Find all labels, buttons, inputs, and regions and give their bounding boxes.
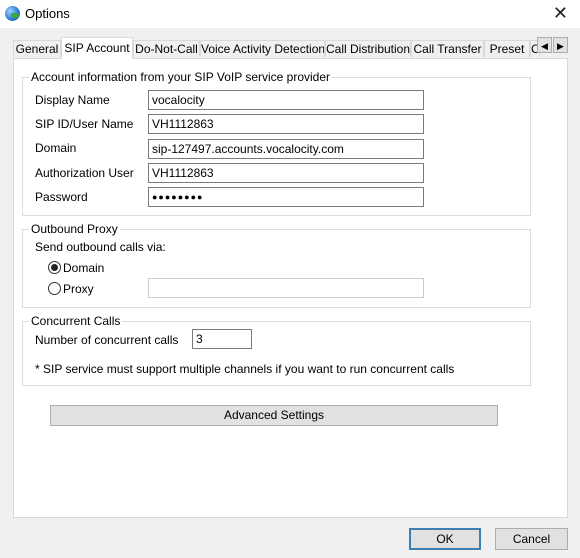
password-field[interactable]: ●●●●●●●●: [148, 187, 424, 207]
domain-field[interactable]: [148, 139, 424, 159]
tab-call-distribution[interactable]: Call Distribution: [325, 40, 411, 57]
tab-general[interactable]: General: [13, 40, 61, 57]
domain-radio-label[interactable]: Domain: [63, 261, 104, 275]
tab-preset[interactable]: Preset: [484, 40, 530, 57]
auth-user-field[interactable]: [148, 163, 424, 183]
concurrent-count-field[interactable]: [192, 329, 252, 349]
display-name-field[interactable]: [148, 90, 424, 110]
proxy-radio[interactable]: [48, 282, 61, 295]
outbound-proxy-legend: Outbound Proxy: [31, 222, 118, 236]
tab-call-transfer[interactable]: Call Transfer: [411, 40, 484, 57]
sip-id-field[interactable]: [148, 114, 424, 134]
app-globe-icon: [5, 6, 20, 21]
tab-voice-activity-detection[interactable]: Voice Activity Detection: [200, 40, 325, 57]
concurrent-calls-legend: Concurrent Calls: [31, 314, 121, 328]
tab-strip: General SIP Account Do-Not-Call Voice Ac…: [13, 37, 579, 59]
proxy-radio-label[interactable]: Proxy: [63, 282, 94, 296]
scroll-right-icon[interactable]: ▶: [553, 37, 568, 53]
tab-sip-account[interactable]: SIP Account: [61, 37, 133, 59]
window-title: Options: [25, 6, 70, 21]
concurrent-note: * SIP service must support multiple chan…: [35, 362, 455, 376]
close-icon[interactable]: ✕: [553, 3, 568, 23]
ok-button[interactable]: OK: [409, 528, 481, 550]
scroll-left-icon[interactable]: ◀: [537, 37, 552, 53]
domain-label: Domain: [35, 141, 77, 155]
concurrent-count-label: Number of concurrent calls: [35, 333, 179, 347]
send-via-label: Send outbound calls via:: [35, 240, 166, 254]
title-bar: Options ✕: [0, 0, 580, 28]
auth-user-label: Authorization User: [35, 166, 134, 180]
display-name-label: Display Name: [35, 93, 110, 107]
proxy-field[interactable]: [148, 278, 424, 298]
account-info-legend: Account information from your SIP VoIP s…: [31, 70, 331, 84]
domain-radio[interactable]: [48, 261, 61, 274]
tab-scroll-buttons: ◀ ▶: [537, 37, 569, 55]
password-label: Password: [35, 190, 88, 204]
tab-do-not-call[interactable]: Do-Not-Call: [133, 40, 200, 57]
sip-id-label: SIP ID/User Name: [35, 117, 134, 131]
cancel-button[interactable]: Cancel: [495, 528, 568, 550]
advanced-settings-button[interactable]: Advanced Settings: [50, 405, 498, 426]
